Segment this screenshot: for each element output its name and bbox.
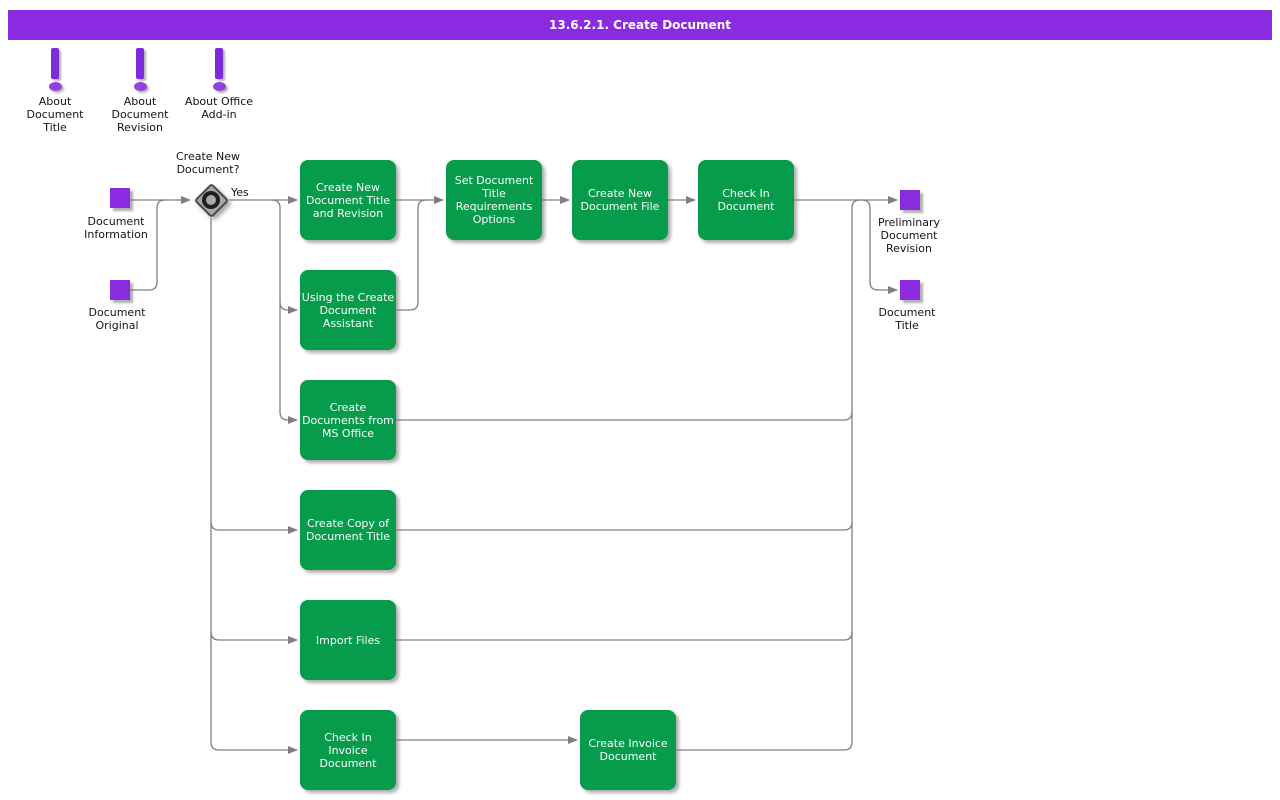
data-object-label: Document Original: [88, 306, 146, 332]
data-object-document-information[interactable]: [110, 188, 130, 208]
decision-circle-icon: [202, 191, 220, 209]
task-create-new-document-file[interactable]: Create New Document File: [572, 160, 668, 240]
decision-node-create-new-document[interactable]: [193, 182, 229, 218]
decision-question-label: Create New Document?: [175, 150, 241, 176]
task-create-documents-from-ms-office[interactable]: Create Documents from MS Office: [300, 380, 396, 460]
edge-create-invoice-return: [676, 199, 861, 751]
diagram-canvas: 13.6.2.1. Create Document About Document…: [0, 0, 1280, 800]
edge-branch-to-import-files: [210, 631, 298, 644]
data-object-label: Document Title: [878, 306, 936, 332]
connectors: [130, 196, 898, 754]
edge-document-original-merge: [130, 199, 166, 291]
data-object-document-original[interactable]: [110, 280, 130, 300]
task-using-the-create-document-assistant[interactable]: Using the Create Document Assistant: [300, 270, 396, 350]
task-check-in-document[interactable]: Check In Document: [698, 160, 794, 240]
task-set-document-title-requirements-options[interactable]: Set Document Title Requirements Options: [446, 160, 542, 240]
edge-create-copy-return: [396, 521, 853, 531]
decision-yes-label: Yes: [231, 186, 249, 199]
data-object-label: Preliminary Document Revision: [877, 216, 941, 255]
edge-branch-to-create-assistant: [279, 301, 298, 314]
task-create-new-document-title-and-revision[interactable]: Create New Document Title and Revision: [300, 160, 396, 240]
edge-ms-office-return: [396, 411, 853, 421]
edge-decision-to-check-in-invoice: [210, 218, 298, 754]
data-object-label: Document Information: [84, 215, 148, 241]
task-create-copy-of-document-title[interactable]: Create Copy of Document Title: [300, 490, 396, 570]
data-object-preliminary-document-revision[interactable]: [900, 190, 920, 210]
connector-layer: [130, 196, 898, 754]
task-check-in-invoice-document[interactable]: Check In Invoice Document: [300, 710, 396, 790]
data-object-document-title[interactable]: [900, 280, 920, 300]
task-import-files[interactable]: Import Files: [300, 600, 396, 680]
edge-import-files-return: [396, 631, 853, 641]
edge-assistant-return: [396, 199, 427, 311]
task-create-invoice-document[interactable]: Create Invoice Document: [580, 710, 676, 790]
edge-branch-to-create-copy: [210, 521, 298, 534]
